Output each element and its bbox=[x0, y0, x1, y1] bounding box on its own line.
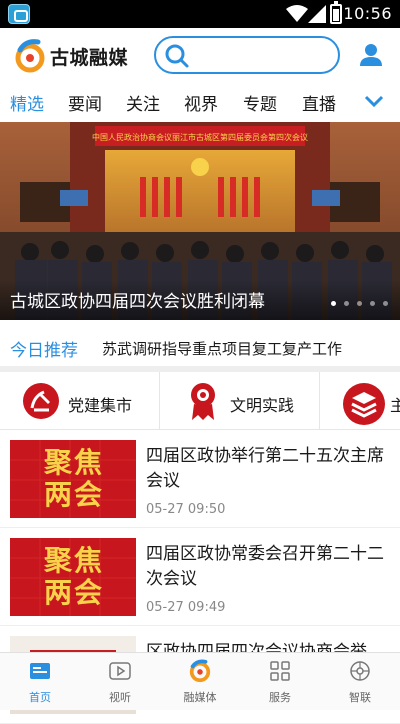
stage-banner-text: 中国人民政治协商会议丽江市古城区第四届委员会第四次会议 bbox=[92, 132, 308, 142]
nav-services[interactable]: 服务 bbox=[240, 653, 320, 711]
nav-connect[interactable]: 智联 bbox=[320, 653, 400, 711]
chevron-down-icon[interactable] bbox=[364, 94, 384, 108]
channel-civilization[interactable]: 文明实践 bbox=[160, 372, 320, 429]
today-recommend[interactable]: 今日推荐 苏武调研指导重点项目复工复产工作 bbox=[0, 320, 400, 372]
app-header: 古城融媒 bbox=[0, 28, 400, 84]
hero-banner[interactable]: 中国人民政治协商会议丽江市古城区第四届委员会第四次会议 古城区政协四届四次会议胜… bbox=[0, 122, 400, 320]
nav-label: 融媒体 bbox=[183, 691, 217, 704]
brand-mark-icon bbox=[15, 39, 45, 73]
nav-label: 视听 bbox=[109, 691, 131, 704]
tab-zhibo[interactable]: 直播 bbox=[302, 90, 336, 115]
app-notification-icon bbox=[8, 4, 30, 24]
user-profile-icon[interactable] bbox=[358, 42, 384, 68]
channel-label: 党建集市 bbox=[68, 396, 133, 415]
video-icon bbox=[109, 662, 131, 680]
thumbnail-text: 两会 bbox=[44, 576, 105, 609]
brand-name: 古城融媒 bbox=[50, 46, 129, 69]
nav-label: 服务 bbox=[269, 691, 291, 704]
wifi-icon bbox=[286, 5, 308, 22]
stack-icon bbox=[343, 383, 385, 425]
carousel-dot[interactable] bbox=[331, 301, 336, 306]
tab-guanzhu[interactable]: 关注 bbox=[126, 90, 160, 115]
tab-shijie[interactable]: 视界 bbox=[184, 90, 218, 115]
carousel-dot[interactable] bbox=[370, 301, 375, 306]
status-bar: 10:56 bbox=[0, 0, 400, 28]
channel-more[interactable]: 主 bbox=[320, 372, 400, 429]
news-title[interactable]: 四届区政协常委会召开第二十二次会议 bbox=[146, 542, 386, 592]
nav-media[interactable]: 融媒体 bbox=[160, 653, 240, 711]
home-icon bbox=[30, 663, 50, 679]
news-thumbnail: 聚焦 两会 bbox=[10, 440, 136, 518]
carousel-indicator bbox=[331, 301, 388, 306]
channel-label: 主 bbox=[390, 392, 400, 416]
carousel-dot[interactable] bbox=[383, 301, 388, 306]
banner-caption-bar: 古城区政协四届四次会议胜利闭幕 bbox=[0, 280, 400, 320]
civilization-medal-icon bbox=[191, 383, 215, 420]
nav-video[interactable]: 视听 bbox=[80, 653, 160, 711]
search-icon bbox=[165, 44, 189, 68]
news-thumbnail: 聚焦 两会 bbox=[10, 538, 136, 616]
news-item[interactable]: 聚焦 两会 四届区政协举行第二十五次主席会议 05-27 09:50 bbox=[0, 430, 400, 528]
news-time: 05-27 09:50 bbox=[146, 502, 226, 517]
grid-icon bbox=[270, 661, 290, 681]
brand-logo[interactable]: 古城融媒 bbox=[12, 38, 128, 74]
tab-jingxuan[interactable]: 精选 bbox=[10, 90, 44, 115]
carousel-dot[interactable] bbox=[357, 301, 362, 306]
carousel-dot[interactable] bbox=[344, 301, 349, 306]
channel-party-market[interactable]: 党建集市 bbox=[0, 372, 160, 429]
news-time: 05-27 09:49 bbox=[146, 600, 226, 615]
party-emblem-icon bbox=[23, 383, 59, 419]
tab-yaowen[interactable]: 要闻 bbox=[68, 90, 102, 115]
search-box[interactable] bbox=[154, 36, 340, 74]
thumbnail-text: 两会 bbox=[44, 478, 105, 511]
nav-label: 首页 bbox=[29, 691, 51, 704]
channel-label: 文明实践 bbox=[230, 396, 295, 415]
news-title[interactable]: 四届区政协举行第二十五次主席会议 bbox=[146, 444, 386, 494]
battery-icon bbox=[330, 1, 342, 24]
thumbnail-text: 聚焦 bbox=[44, 544, 105, 577]
banner-title[interactable]: 古城区政协四届四次会议胜利闭幕 bbox=[10, 287, 265, 312]
news-item[interactable]: 聚焦 两会 四届区政协常委会召开第二十二次会议 05-27 09:49 bbox=[0, 528, 400, 626]
search-input[interactable] bbox=[196, 44, 326, 66]
nav-home[interactable]: 首页 bbox=[0, 653, 80, 711]
bottom-navigation: 首页 视听 融媒体 服务 智联 bbox=[0, 652, 400, 710]
nav-label: 智联 bbox=[349, 691, 371, 704]
status-time: 10:56 bbox=[343, 4, 392, 23]
link-icon bbox=[350, 661, 370, 681]
recommend-headline[interactable]: 苏武调研指导重点项目复工复产工作 bbox=[102, 338, 342, 359]
channel-shortcuts: 党建集市 文明实践 主 bbox=[0, 372, 400, 430]
thumbnail-text: 聚焦 bbox=[44, 446, 105, 479]
tab-zhuanti[interactable]: 专题 bbox=[243, 90, 277, 115]
media-logo-icon bbox=[189, 659, 211, 683]
signal-icon bbox=[308, 5, 326, 23]
channel-tabs: 精选 要闻 关注 视界 专题 直播 bbox=[0, 84, 400, 122]
recommend-label: 今日推荐 bbox=[10, 341, 78, 361]
